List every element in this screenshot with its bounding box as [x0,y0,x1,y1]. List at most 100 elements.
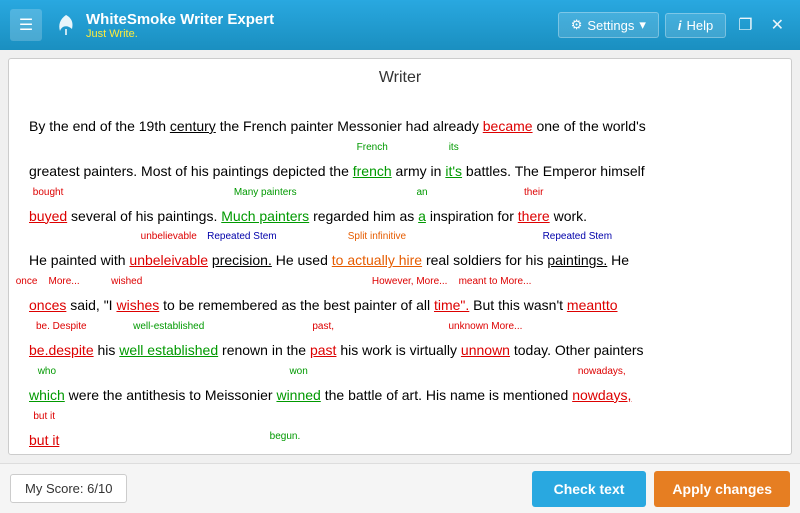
apply-changes-button[interactable]: Apply changes [654,471,790,507]
restore-button[interactable]: ❐ [732,11,758,39]
gear-icon: ⚙ [571,17,583,33]
help-label: Help [687,18,714,33]
word-time: time". [434,297,469,313]
help-button[interactable]: i Help [665,13,726,38]
bottom-bar: My Score: 6/10 Check text Apply changes [0,463,800,513]
word-onces: onces [29,297,66,313]
brand-text: WhiteSmoke Writer Expert Just Write. [86,11,274,40]
hint-label-however: However, More... meant to More... [372,276,532,287]
text-line-3: bought buyed several of his paintings. M… [29,201,771,232]
hint-be-despite: be. Despite be.despite [29,335,94,366]
word-bedespite: be.despite [29,342,94,358]
title-bar-actions: ⚙ Settings ▾ i Help ❐ ✕ [558,11,790,39]
hint-unbelievable: unbelievable unbeleivable [129,245,208,276]
main-content: Writer By the end of the 19th century th… [8,58,792,455]
hint-label-repeated-stem-2: Repeated Stem [543,231,613,242]
hint-label-who: who [38,366,56,377]
leaf-icon [52,11,80,39]
word-nowdays: nowdays, [572,387,631,403]
hint-label-unbelievable: unbelievable [141,231,197,242]
word-century: century [170,118,216,134]
hint-well-established: well-established well established [119,335,218,366]
text-line-6: be. Despite be.despite his well-establis… [29,335,771,366]
hint-past: past, past [310,335,336,366]
score-badge: My Score: 6/10 [10,474,127,503]
hint-french: French french [353,156,392,187]
close-button[interactable]: ✕ [765,11,790,39]
text-line-7: who which were the antithesis to Meisson… [29,380,771,411]
text-line-4: He painted with unbelievable unbeleivabl… [29,245,771,276]
hint-wish: wished wishes [116,290,159,321]
hint-precision: Repeated Stem precision. [212,245,272,276]
word-well-established: well established [119,342,218,358]
hint-bought: bought buyed [29,201,67,232]
brand-name: WhiteSmoke Writer Expert [86,11,274,28]
word-much-painters: Much painters [221,208,309,224]
text-line-8: but it but it begun. [29,425,771,454]
word-wishes: wishes [116,297,159,313]
hint-label-split-inf: Split infinitive [348,231,406,242]
hint-label-an: an [416,187,427,198]
hint-their: their there [518,201,550,232]
settings-label: Settings [587,18,634,33]
word-french: french [353,163,392,179]
hint-label-many-painters: Many painters [234,187,297,198]
hint-label-nowadays: nowadays, [578,366,626,377]
hint-label-french: French [357,142,388,153]
word-unbeleivable: unbeleivable [129,252,208,268]
word-its: it's [445,163,462,179]
menu-button[interactable]: ☰ [10,9,42,41]
hint-won: won winned [276,380,320,411]
hint-split-inf: Split infinitive to actually hire [332,245,422,276]
hint-who: who which [29,380,65,411]
hint-label-but-it: but it [33,411,55,422]
settings-dropdown-icon: ▾ [639,17,646,33]
word-meantto: meantto [567,297,618,313]
hint-its: its it's [445,156,462,187]
hint-an: an a [418,201,426,232]
word-became: became [483,118,533,134]
word-but-it: but it [29,432,59,448]
word-precision: precision. [212,252,272,268]
hint-label-wishes: wished [111,276,164,287]
hint-label-once: once More... [16,276,80,287]
hint-label-their: their [524,187,543,198]
hint-label-past: past, [312,321,334,332]
word-unnown: unnown [461,342,510,358]
word-a: a [418,208,426,224]
hint-time: However, More... meant to More... time". [434,290,469,321]
word-buyed: buyed [29,208,67,224]
check-text-button[interactable]: Check text [532,471,647,507]
hint-label-well-established: well-established [133,321,204,332]
page-title: Writer [9,59,791,93]
hint-label-begun: begun. [270,431,301,442]
hint-meantto: meantto [567,290,618,321]
hint-label-its: its [449,142,459,153]
text-line-1: By the end of the 19th century the Frenc… [29,111,771,142]
hint-paintings2: Repeated Stem paintings. [547,245,607,276]
hint-label-be: be. Despite [36,321,87,332]
settings-button[interactable]: ⚙ Settings ▾ [558,12,659,38]
editor-area[interactable]: By the end of the 19th century the Frenc… [9,93,791,454]
hint-label-unknown: unknown More... [448,321,522,332]
text-line-2: greatest painters. Most of his paintings… [29,156,771,187]
hint-but-it: but it but it [29,425,59,454]
word-there: there [518,208,550,224]
word-winned: winned [276,387,320,403]
hint-label-repeated-stem-1: Repeated Stem [207,231,277,242]
word-past: past [310,342,336,358]
hint-once: once More... onces [29,290,66,321]
hamburger-icon: ☰ [19,15,33,35]
word-which: which [29,387,65,403]
tagline: Just Write. [86,28,274,40]
word-to-actually-hire: to actually hire [332,252,422,268]
hint-label-bought: bought [33,187,64,198]
hint-many-painters: Many painters Much painters [221,201,309,232]
logo: WhiteSmoke Writer Expert Just Write. [52,11,274,40]
hint-unknown: unknown More... unnown [461,335,510,366]
hint-label-won: won [289,366,307,377]
text-line-5: once More... onces said, "I wished wishe… [29,290,771,321]
title-bar: ☰ WhiteSmoke Writer Expert Just Write. ⚙… [0,0,800,50]
hint-nowadays: nowadays, nowdays, [572,380,631,411]
info-icon: i [678,18,682,33]
